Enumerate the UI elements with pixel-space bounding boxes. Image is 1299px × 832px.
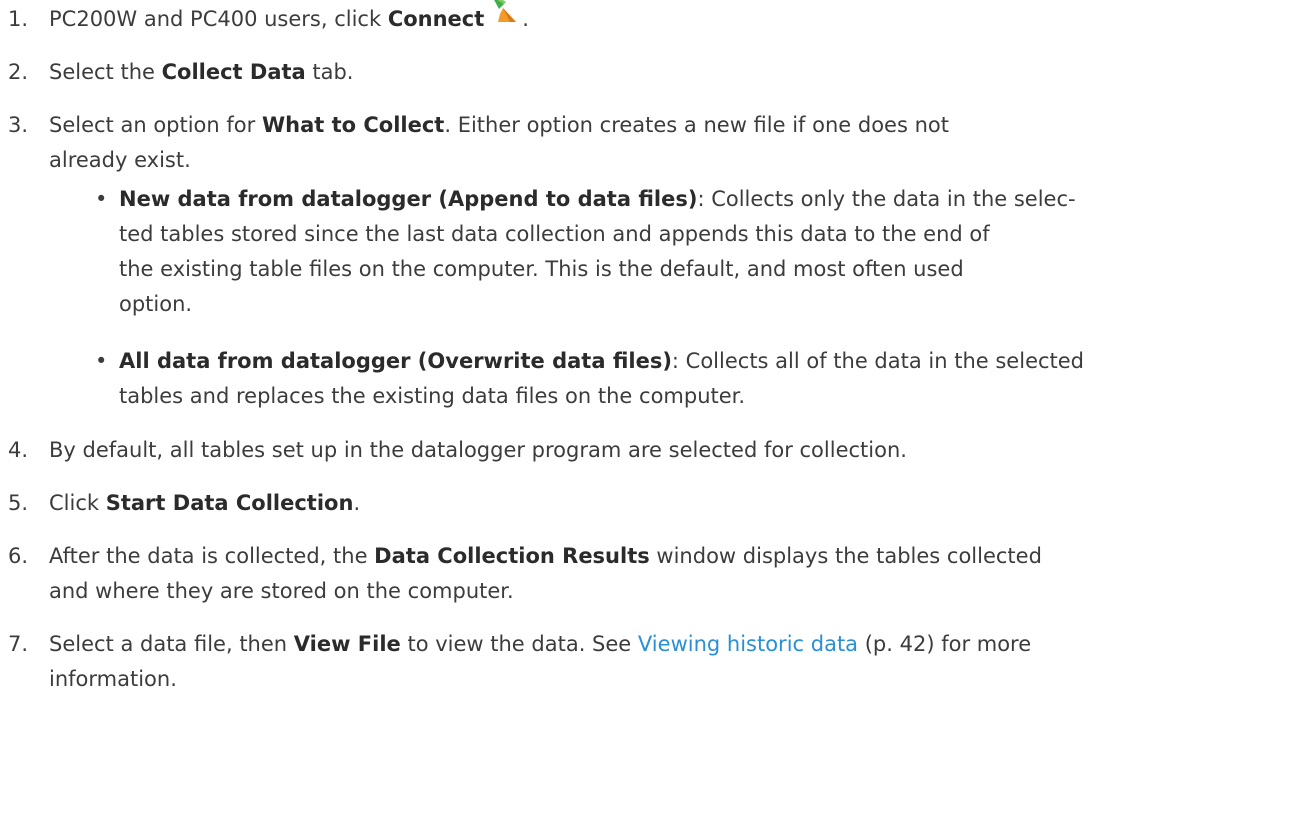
step-number: 7.	[8, 632, 29, 656]
option-title: All data from datalogger (Overwrite data…	[119, 349, 672, 373]
step-text-continued: already exist.	[49, 148, 191, 172]
step-text-end: .	[522, 7, 529, 31]
step-text-end: .	[353, 491, 361, 515]
step-6: 6. After the data is collected, the Data…	[8, 539, 1299, 609]
option-desc: option.	[119, 292, 193, 316]
viewing-historic-data-link[interactable]: Viewing historic data	[638, 632, 858, 656]
step-text: Select a data file, then	[49, 632, 294, 656]
step-text: PC200W and PC400 users, click	[49, 7, 388, 31]
step-number: 5.	[8, 491, 29, 515]
step-text-end: window displays the tables collected	[649, 544, 1042, 568]
step-text-continued: information.	[49, 667, 177, 691]
step-text-end: tab.	[305, 60, 354, 84]
step-text-mid: to view the data. See	[400, 632, 638, 656]
step-1: 1. PC200W and PC400 users, click Connect…	[8, 0, 1299, 38]
option-desc: the existing table files on the computer…	[119, 257, 964, 281]
what-to-collect-label: What to Collect	[261, 113, 445, 137]
step-5: 5. Click Start Data Collection.	[8, 486, 1299, 521]
step-number: 3.	[8, 113, 29, 137]
step-3: 3. Select an option for What to Collect.…	[8, 108, 1299, 178]
data-collection-results-label: Data Collection Results	[374, 544, 650, 568]
step-7: 7. Select a data file, then View File to…	[8, 627, 1299, 697]
step-text: By default, all tables set up in the dat…	[49, 438, 907, 462]
option-all-data: • All data from datalogger (Overwrite da…	[91, 344, 1295, 414]
connect-label: Connect	[387, 7, 485, 31]
step-text: After the data is collected, the	[49, 544, 375, 568]
step-4: 4. By default, all tables set up in the …	[8, 433, 1299, 468]
view-file-label: View File	[293, 632, 401, 656]
option-new-data: • New data from datalogger (Append to da…	[91, 182, 1295, 322]
step-text: Select the	[49, 60, 162, 84]
option-desc: ted tables stored since the last data co…	[119, 222, 990, 246]
option-desc: : Collects only the data in the selec-	[697, 187, 1076, 211]
start-data-collection-label: Start Data Collection	[105, 491, 354, 515]
step-2: 2. Select the Collect Data tab.	[8, 55, 1299, 90]
step-number: 2.	[8, 60, 29, 84]
step-number: 4.	[8, 438, 29, 462]
collect-data-tab-label: Collect Data	[161, 60, 306, 84]
bullet-icon: •	[95, 187, 108, 211]
bullet-icon: •	[95, 349, 108, 373]
option-desc: tables and replaces the existing data fi…	[119, 384, 746, 408]
step-number: 1.	[8, 7, 29, 31]
instructions-document: 1. PC200W and PC400 users, click Connect…	[0, 0, 1299, 832]
step-text-end: . Either option creates a new file if on…	[444, 113, 949, 137]
option-title: New data from datalogger (Append to data…	[119, 187, 698, 211]
step-text-continued: and where they are stored on the compute…	[49, 579, 514, 603]
step-text: Select an option for	[49, 113, 262, 137]
connect-icon	[486, 0, 522, 28]
step-number: 6.	[8, 544, 29, 568]
step-text-end: (p. 42) for more	[858, 632, 1032, 656]
step-text: Click	[49, 491, 106, 515]
option-desc: : Collects all of the data in the select…	[671, 349, 1085, 373]
